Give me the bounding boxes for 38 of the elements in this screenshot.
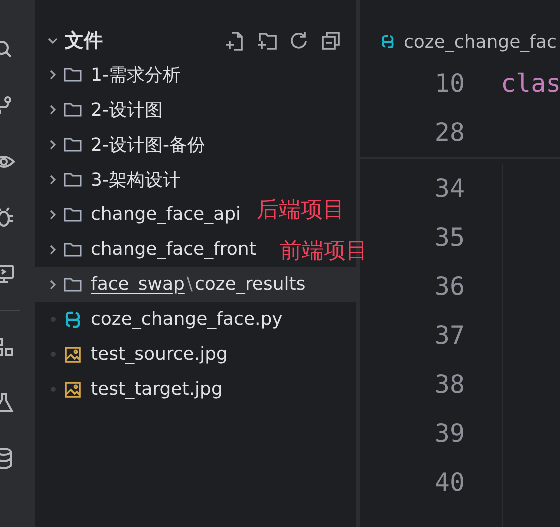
new-folder-icon[interactable] [256, 30, 278, 52]
line-number: 36 [434, 272, 465, 301]
line-number: 35 [434, 223, 465, 252]
line-number: 39 [434, 419, 465, 448]
code-text: clas [501, 69, 560, 98]
refresh-icon[interactable] [288, 30, 310, 52]
folder-name[interactable]: change_face_api [91, 204, 242, 225]
file-name[interactable]: coze_change_face.py [91, 309, 283, 330]
bullet-icon [50, 317, 56, 322]
annotation: 后端项目 [257, 197, 345, 225]
bullet-icon [50, 352, 56, 357]
file-name[interactable]: test_source.jpg [91, 344, 228, 365]
line-number: 28 [434, 118, 465, 147]
annotation: 前端项目 [280, 238, 368, 266]
path-separator: \ [186, 274, 193, 295]
line-number: 37 [434, 321, 465, 350]
image-icon [63, 344, 83, 364]
folder-name[interactable]: coze_results [194, 274, 306, 295]
breadcrumb-file[interactable]: coze_change_fac [404, 32, 557, 52]
file-name[interactable]: test_target.jpg [91, 379, 223, 400]
python-icon [380, 34, 396, 50]
folder-name[interactable]: 1-需求分析 [91, 62, 181, 86]
folder-name[interactable]: 3-架构设计 [91, 168, 181, 192]
folder-name[interactable]: change_face_front [91, 239, 256, 260]
python-icon [63, 310, 83, 330]
folder-name[interactable]: face_swap [91, 274, 185, 295]
bullet-icon [50, 387, 56, 392]
line-number: 40 [434, 468, 465, 497]
section-title: 文件 [65, 29, 103, 54]
collapse-all-icon[interactable] [320, 30, 342, 52]
line-number: 10 [434, 69, 465, 98]
line-number: 38 [434, 370, 465, 399]
new-file-icon[interactable] [224, 30, 246, 52]
folder-name[interactable]: 2-设计图-备份 [91, 132, 206, 156]
line-number: 34 [434, 174, 465, 203]
selected-tree-row[interactable]: face_swap\coze_results [35, 267, 356, 302]
image-icon [63, 380, 83, 400]
folder-name[interactable]: 2-设计图 [91, 98, 163, 122]
